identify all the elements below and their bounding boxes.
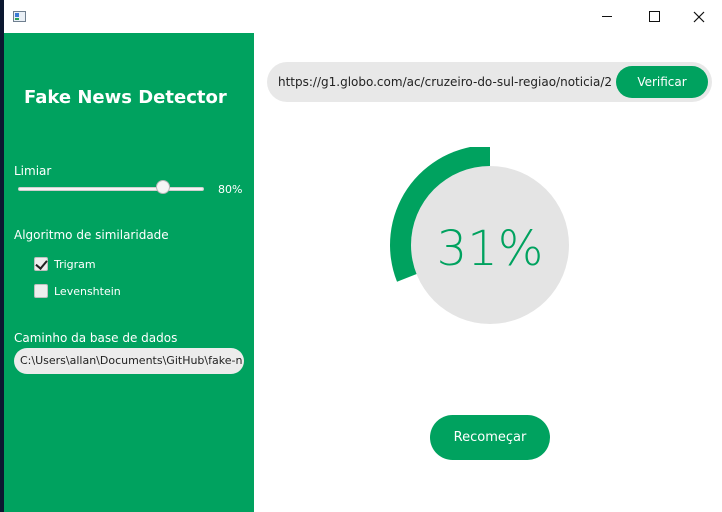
result-percentage: 31%: [437, 221, 544, 277]
algorithm-label: Algoritmo de similaridade: [14, 228, 169, 242]
threshold-value: 80%: [218, 183, 243, 196]
minimize-button[interactable]: [584, 0, 630, 33]
app-title: Fake News Detector: [24, 87, 227, 108]
close-button[interactable]: [676, 0, 722, 33]
database-path-label: Caminho da base de dados: [14, 331, 178, 345]
title-bar: [4, 0, 722, 33]
levenshtein-label: Levenshtein: [54, 284, 121, 298]
database-path-input[interactable]: C:\Users\allan\Documents\GitHub\fake-n: [14, 348, 244, 374]
app-window: Fake News Detector Limiar 80% Algoritmo …: [4, 0, 722, 512]
maximize-button[interactable]: [631, 0, 677, 33]
close-icon: [693, 11, 705, 22]
threshold-slider-thumb[interactable]: [155, 180, 170, 194]
verify-button[interactable]: Verificar: [616, 66, 708, 98]
url-bar: https://g1.globo.com/ac/cruzeiro-do-sul-…: [267, 62, 712, 102]
trigram-option[interactable]: Trigram: [34, 256, 96, 272]
sidebar: Fake News Detector Limiar 80% Algoritmo …: [4, 33, 254, 512]
trigram-checkbox[interactable]: [34, 257, 48, 271]
levenshtein-checkbox[interactable]: [34, 284, 48, 298]
result-gauge: 31%: [390, 147, 569, 324]
levenshtein-option[interactable]: Levenshtein: [34, 283, 121, 299]
restart-button[interactable]: Recomeçar: [430, 415, 550, 460]
threshold-label: Limiar: [14, 164, 52, 178]
maximize-icon: [648, 11, 660, 22]
url-input[interactable]: https://g1.globo.com/ac/cruzeiro-do-sul-…: [278, 62, 612, 102]
threshold-slider[interactable]: [18, 187, 204, 191]
checkmark-icon: [35, 257, 48, 270]
minimize-icon: [602, 16, 612, 17]
trigram-label: Trigram: [54, 257, 96, 271]
app-window-icon: [13, 11, 26, 22]
